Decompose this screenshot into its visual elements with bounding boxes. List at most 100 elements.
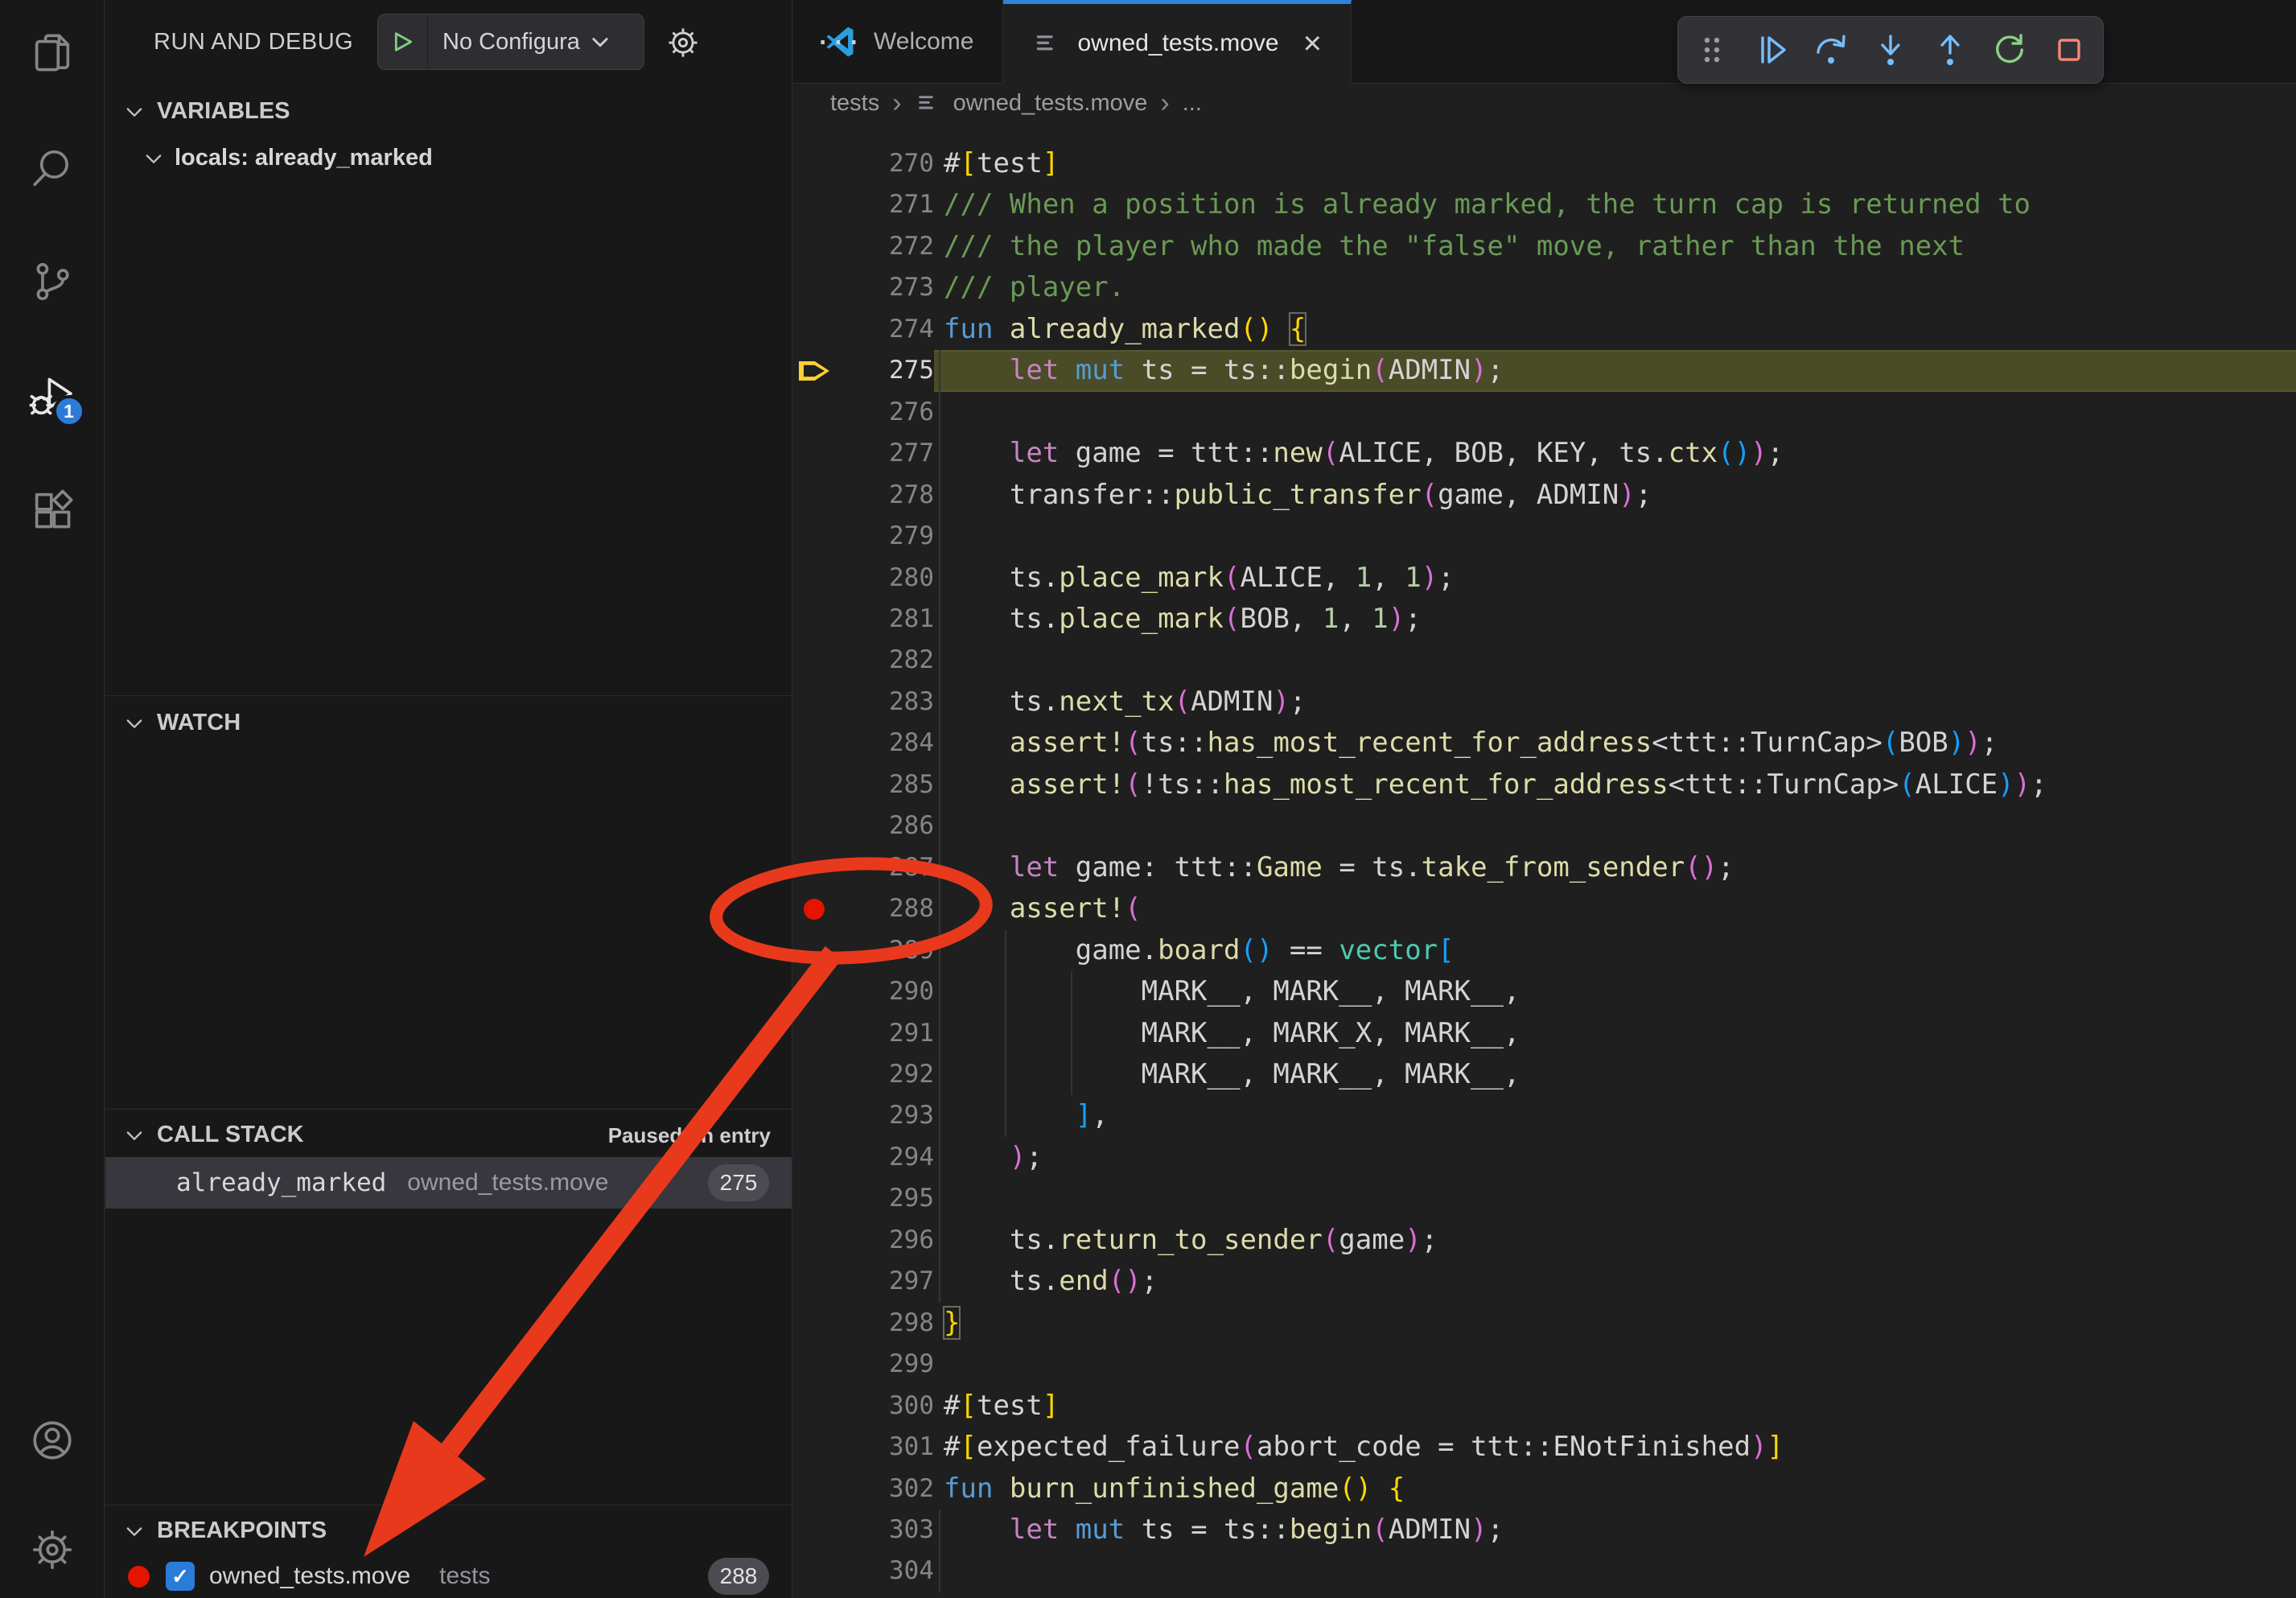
code-line[interactable]: 290 MARK__, MARK__, MARK__, bbox=[793, 971, 2296, 1012]
code-line[interactable]: 272/// the player who made the "false" m… bbox=[793, 226, 2296, 267]
code-line[interactable]: 276 bbox=[793, 392, 2296, 433]
code-text[interactable]: MARK__, MARK_X, MARK__, bbox=[934, 1013, 2296, 1054]
code-editor[interactable]: 270#[test]271/// When a position is alre… bbox=[793, 122, 2296, 1598]
code-line[interactable]: 278 transfer::public_transfer(game, ADMI… bbox=[793, 475, 2296, 516]
tab-owned-tests[interactable]: owned_tests.move × bbox=[1003, 0, 1352, 84]
current-line-arrow[interactable] bbox=[793, 359, 835, 383]
section-variables[interactable]: VARIABLES bbox=[123, 98, 290, 125]
code-text[interactable]: game.board() == vector[ bbox=[934, 930, 2296, 971]
section-watch[interactable]: WATCH bbox=[123, 710, 241, 736]
code-line[interactable]: 300#[test] bbox=[793, 1386, 2296, 1427]
code-text[interactable]: let mut ts = ts::begin(ADMIN); bbox=[934, 1509, 2296, 1551]
code-line[interactable]: 288 assert!( bbox=[793, 888, 2296, 929]
code-text[interactable]: MARK__, MARK__, MARK__, bbox=[934, 971, 2296, 1012]
variables-scope-locals[interactable]: locals: already_marked bbox=[142, 145, 433, 171]
code-line[interactable]: 301#[expected_failure(abort_code = ttt::… bbox=[793, 1427, 2296, 1468]
code-line[interactable]: 291 MARK__, MARK_X, MARK__, bbox=[793, 1013, 2296, 1054]
code-text[interactable] bbox=[934, 1551, 2296, 1592]
code-line[interactable]: 275 let mut ts = ts::begin(ADMIN); bbox=[793, 350, 2296, 391]
breakpoint-item[interactable]: ✓ owned_tests.move tests 288 bbox=[105, 1555, 792, 1598]
code-line[interactable]: 298} bbox=[793, 1303, 2296, 1344]
code-text[interactable]: #[test] bbox=[934, 143, 2296, 184]
code-line[interactable]: 294 ); bbox=[793, 1137, 2296, 1178]
settings-gear-icon[interactable] bbox=[29, 1526, 76, 1573]
breadcrumb-file[interactable]: owned_tests.move bbox=[953, 90, 1148, 117]
more-actions-icon[interactable]: ··· bbox=[817, 18, 863, 61]
code-text[interactable]: let mut ts = ts::begin(ADMIN); bbox=[934, 350, 2296, 391]
stop-button[interactable] bbox=[2050, 31, 2088, 69]
step-out-button[interactable] bbox=[1931, 31, 1969, 69]
breadcrumb-more[interactable]: ... bbox=[1183, 90, 1202, 117]
code-text[interactable]: #[expected_failure(abort_code = ttt::ENo… bbox=[934, 1427, 2296, 1468]
code-text[interactable]: fun already_marked() { bbox=[934, 309, 2296, 350]
code-text[interactable]: assert!( bbox=[934, 888, 2296, 929]
code-text[interactable]: ); bbox=[934, 1137, 2296, 1178]
code-line[interactable]: 302fun burn_unfinished_game() { bbox=[793, 1468, 2296, 1509]
code-text[interactable] bbox=[934, 392, 2296, 433]
code-line[interactable]: 289 game.board() == vector[ bbox=[793, 930, 2296, 971]
code-text[interactable]: ], bbox=[934, 1095, 2296, 1136]
code-line[interactable]: 277 let game = ttt::new(ALICE, BOB, KEY,… bbox=[793, 433, 2296, 474]
search-icon[interactable] bbox=[29, 144, 76, 191]
breakpoint-checkbox[interactable]: ✓ bbox=[166, 1562, 195, 1591]
start-debug-icon[interactable] bbox=[378, 14, 428, 69]
code-text[interactable]: transfer::public_transfer(game, ADMIN); bbox=[934, 475, 2296, 516]
code-line[interactable]: 293 ], bbox=[793, 1095, 2296, 1136]
code-text[interactable]: assert!(ts::has_most_recent_for_address<… bbox=[934, 723, 2296, 764]
code-line[interactable]: 303 let mut ts = ts::begin(ADMIN); bbox=[793, 1509, 2296, 1551]
restart-button[interactable] bbox=[1990, 31, 2029, 69]
code-line[interactable]: 285 assert!(!ts::has_most_recent_for_add… bbox=[793, 764, 2296, 805]
code-line[interactable]: 283 ts.next_tx(ADMIN); bbox=[793, 682, 2296, 723]
code-line[interactable]: 273/// player. bbox=[793, 267, 2296, 308]
call-stack-frame[interactable]: already_marked owned_tests.move 275 bbox=[105, 1157, 792, 1209]
code-text[interactable] bbox=[934, 640, 2296, 681]
code-text[interactable]: ts.return_to_sender(game); bbox=[934, 1220, 2296, 1261]
explorer-icon[interactable] bbox=[29, 30, 76, 76]
launch-config-dropdown[interactable]: No Configura bbox=[377, 14, 644, 70]
code-text[interactable] bbox=[934, 1344, 2296, 1385]
code-line[interactable]: 296 ts.return_to_sender(game); bbox=[793, 1220, 2296, 1261]
code-text[interactable]: /// When a position is already marked, t… bbox=[934, 184, 2296, 225]
code-line[interactable]: 287 let game: ttt::Game = ts.take_from_s… bbox=[793, 847, 2296, 888]
code-text[interactable]: } bbox=[934, 1303, 2296, 1344]
run-and-debug-icon[interactable]: 1 bbox=[29, 373, 76, 419]
extensions-icon[interactable] bbox=[29, 487, 76, 533]
code-text[interactable]: MARK__, MARK__, MARK__, bbox=[934, 1054, 2296, 1095]
source-control-icon[interactable] bbox=[29, 258, 76, 305]
code-text[interactable]: let game: ttt::Game = ts.take_from_sende… bbox=[934, 847, 2296, 888]
debug-settings-gear-icon[interactable] bbox=[665, 24, 702, 61]
code-line[interactable]: 271/// When a position is already marked… bbox=[793, 184, 2296, 225]
code-line[interactable]: 279 bbox=[793, 516, 2296, 557]
step-into-button[interactable] bbox=[1871, 31, 1910, 69]
code-line[interactable]: 304 bbox=[793, 1551, 2296, 1592]
code-text[interactable]: fun burn_unfinished_game() { bbox=[934, 1468, 2296, 1509]
breadcrumb-folder[interactable]: tests bbox=[830, 90, 879, 117]
code-text[interactable]: ts.place_mark(ALICE, 1, 1); bbox=[934, 558, 2296, 599]
code-line[interactable]: 274fun already_marked() { bbox=[793, 309, 2296, 350]
code-line[interactable]: 284 assert!(ts::has_most_recent_for_addr… bbox=[793, 723, 2296, 764]
code-text[interactable]: /// player. bbox=[934, 267, 2296, 308]
step-over-button[interactable] bbox=[1812, 31, 1850, 69]
continue-button[interactable] bbox=[1752, 31, 1791, 69]
breakpoint-dot[interactable] bbox=[793, 899, 835, 920]
section-breakpoints[interactable]: BREAKPOINTS bbox=[123, 1518, 327, 1544]
code-line[interactable]: 280 ts.place_mark(ALICE, 1, 1); bbox=[793, 558, 2296, 599]
code-text[interactable]: ts.next_tx(ADMIN); bbox=[934, 682, 2296, 723]
code-text[interactable]: /// the player who made the "false" move… bbox=[934, 226, 2296, 267]
code-line[interactable]: 299 bbox=[793, 1344, 2296, 1385]
code-text[interactable] bbox=[934, 805, 2296, 846]
code-line[interactable]: 295 bbox=[793, 1178, 2296, 1219]
close-icon[interactable]: × bbox=[1303, 27, 1322, 60]
breadcrumb[interactable]: tests › owned_tests.move › ... bbox=[793, 84, 2296, 122]
code-text[interactable]: assert!(!ts::has_most_recent_for_address… bbox=[934, 764, 2296, 805]
code-line[interactable]: 286 bbox=[793, 805, 2296, 846]
code-line[interactable]: 281 ts.place_mark(BOB, 1, 1); bbox=[793, 599, 2296, 640]
code-text[interactable] bbox=[934, 516, 2296, 557]
code-text[interactable]: ts.end(); bbox=[934, 1261, 2296, 1302]
code-text[interactable]: let game = ttt::new(ALICE, BOB, KEY, ts.… bbox=[934, 433, 2296, 474]
drag-grip-icon[interactable] bbox=[1693, 31, 1731, 69]
section-call-stack[interactable]: CALL STACK bbox=[123, 1122, 304, 1148]
code-line[interactable]: 297 ts.end(); bbox=[793, 1261, 2296, 1302]
code-line[interactable]: 270#[test] bbox=[793, 143, 2296, 184]
code-line[interactable]: 282 bbox=[793, 640, 2296, 681]
